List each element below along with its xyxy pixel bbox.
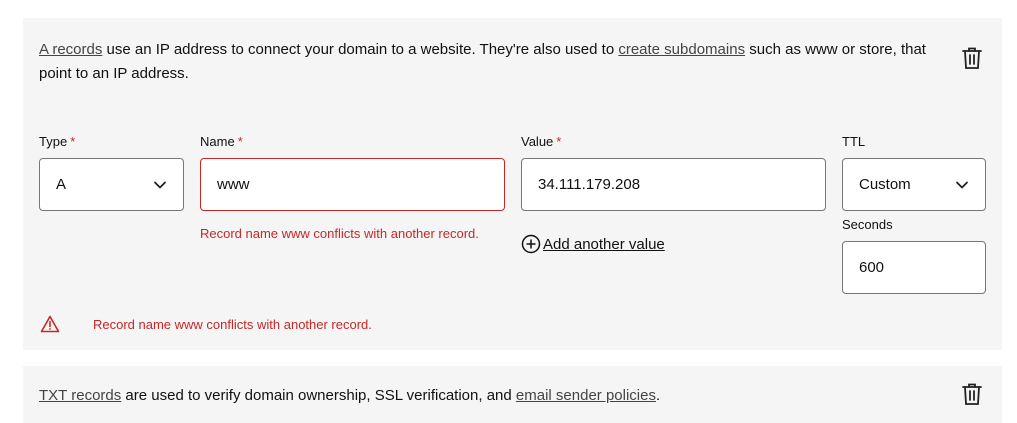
name-input-value: www — [217, 176, 250, 193]
txt-records-link[interactable]: TXT records — [39, 387, 121, 404]
type-label: Type * — [39, 134, 76, 149]
txt-record-desc-text-2: . — [655, 387, 661, 404]
add-another-value-button[interactable]: Add another value — [521, 234, 665, 254]
trash-icon[interactable] — [961, 382, 983, 406]
name-error-message: Record name www conflicts with another r… — [200, 226, 479, 241]
name-label: Name * — [200, 134, 243, 149]
type-select[interactable]: A — [39, 158, 184, 211]
trash-icon[interactable] — [961, 46, 983, 70]
email-sender-policies-link[interactable]: email sender policies — [516, 387, 656, 404]
a-record-description: A records use an IP address to connect y… — [39, 38, 949, 86]
ttl-select[interactable]: Custom — [842, 158, 986, 211]
name-input[interactable]: www — [200, 158, 505, 211]
a-records-link[interactable]: A records — [39, 41, 102, 58]
txt-record-description: TXT records are used to verify domain ow… — [39, 384, 660, 408]
value-input-value: 34.111.179.208 — [538, 176, 641, 193]
form-error-message: Record name www conflicts with another r… — [93, 316, 372, 332]
ttl-label: TTL — [842, 134, 866, 149]
chevron-down-icon — [956, 181, 968, 188]
value-input[interactable]: 34.111.179.208 — [521, 158, 826, 211]
a-record-panel: A records use an IP address to connect y… — [23, 18, 1002, 350]
chevron-down-icon — [154, 181, 166, 188]
txt-record-desc-text-1: are used to verify domain ownership, SSL… — [121, 387, 516, 404]
txt-record-panel: TXT records are used to verify domain ow… — [23, 366, 1002, 423]
seconds-input-value: 600 — [859, 259, 885, 276]
type-select-value: A — [56, 176, 67, 193]
plus-circle-icon — [521, 234, 541, 254]
seconds-label: Seconds — [842, 217, 893, 232]
warning-triangle-icon — [40, 315, 60, 333]
value-label: Value * — [521, 134, 562, 149]
create-subdomains-link[interactable]: create subdomains — [618, 41, 745, 58]
a-record-desc-text-1: use an IP address to connect your domain… — [102, 41, 619, 58]
form-error-row: Record name www conflicts with another r… — [40, 315, 372, 333]
ttl-select-value: Custom — [859, 176, 911, 193]
add-another-value-label: Add another value — [543, 235, 665, 253]
seconds-input[interactable]: 600 — [842, 241, 986, 294]
